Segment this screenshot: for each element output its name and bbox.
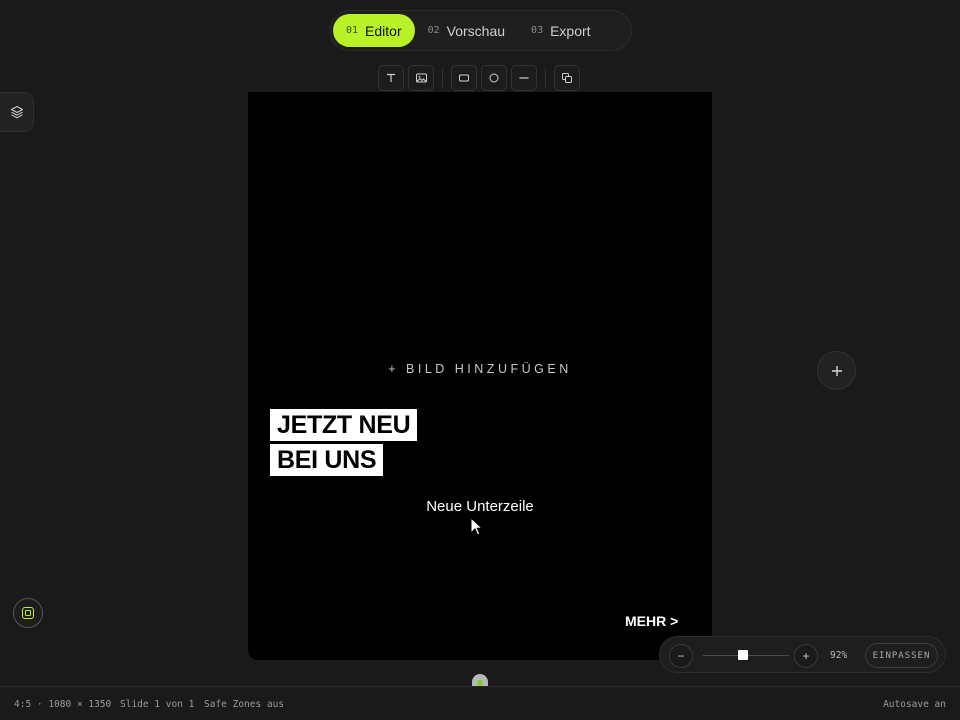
step-number: 03 (531, 25, 544, 36)
headline-line-1[interactable]: JETZT NEU (270, 409, 418, 441)
rectangle-tool-icon (459, 74, 469, 82)
step-preview[interactable]: 02 Vorschau (415, 14, 518, 47)
toolbar-divider (442, 69, 443, 87)
format-info: 4:5 · 1080 × 1350 (14, 699, 112, 710)
image-tool-icon (415, 73, 427, 83)
step-number: 01 (346, 25, 359, 36)
layers-icon (10, 106, 23, 119)
zoom-slider-thumb[interactable] (737, 650, 748, 660)
zoom-in-button[interactable]: + (794, 644, 818, 668)
grid-app-icon (22, 607, 34, 619)
zoom-percentage: 92% (830, 650, 848, 661)
mouse-cursor-icon (470, 517, 484, 536)
assistant-button[interactable] (13, 598, 43, 628)
step-navigation: 01 Editor 02 Vorschau 03 Export (329, 10, 632, 51)
duplicate-icon (562, 73, 572, 83)
text-tool-button[interactable] (378, 65, 404, 91)
step-number: 02 (427, 25, 440, 36)
step-editor[interactable]: 01 Editor (333, 14, 415, 47)
toolbar-divider (545, 69, 546, 87)
rectangle-tool-button[interactable] (451, 65, 477, 91)
line-tool-icon (519, 77, 529, 79)
line-tool-button[interactable] (511, 65, 537, 91)
layers-panel-button[interactable] (0, 92, 34, 132)
headline-line-2[interactable]: BEI UNS (270, 444, 384, 476)
plus-icon (831, 365, 842, 376)
step-export[interactable]: 03 Export (518, 14, 604, 47)
circle-tool-icon (489, 73, 499, 83)
safe-zones-toggle[interactable]: Safe Zones aus (204, 699, 284, 710)
more-link-text[interactable]: MEHR > (625, 613, 678, 629)
autosave-status: Autosave an (883, 699, 946, 710)
step-label: Vorschau (446, 22, 506, 39)
step-label: Export (550, 22, 591, 39)
fit-to-screen-button[interactable]: EINPASSEN (865, 643, 938, 668)
subline-text[interactable]: Neue Unterzeile (248, 498, 712, 515)
zoom-out-button[interactable]: − (669, 644, 693, 668)
slide-counter: Slide 1 von 1 (120, 699, 195, 710)
slide-canvas[interactable]: + BILD HINZUFÜGEN JETZT NEU BEI UNS Neue… (248, 92, 712, 660)
status-bar: 4:5 · 1080 × 1350 Slide 1 von 1 Safe Zon… (0, 686, 960, 720)
duplicate-button[interactable] (554, 65, 580, 91)
add-slide-button[interactable] (817, 351, 856, 390)
circle-tool-button[interactable] (481, 65, 507, 91)
step-label: Editor (365, 22, 402, 39)
image-tool-button[interactable] (408, 65, 434, 91)
zoom-controls: − + 92% EINPASSEN (659, 636, 946, 673)
add-image-placeholder[interactable]: + BILD HINZUFÜGEN (248, 362, 712, 376)
text-tool-icon (387, 73, 395, 82)
insert-toolbar (378, 65, 580, 91)
